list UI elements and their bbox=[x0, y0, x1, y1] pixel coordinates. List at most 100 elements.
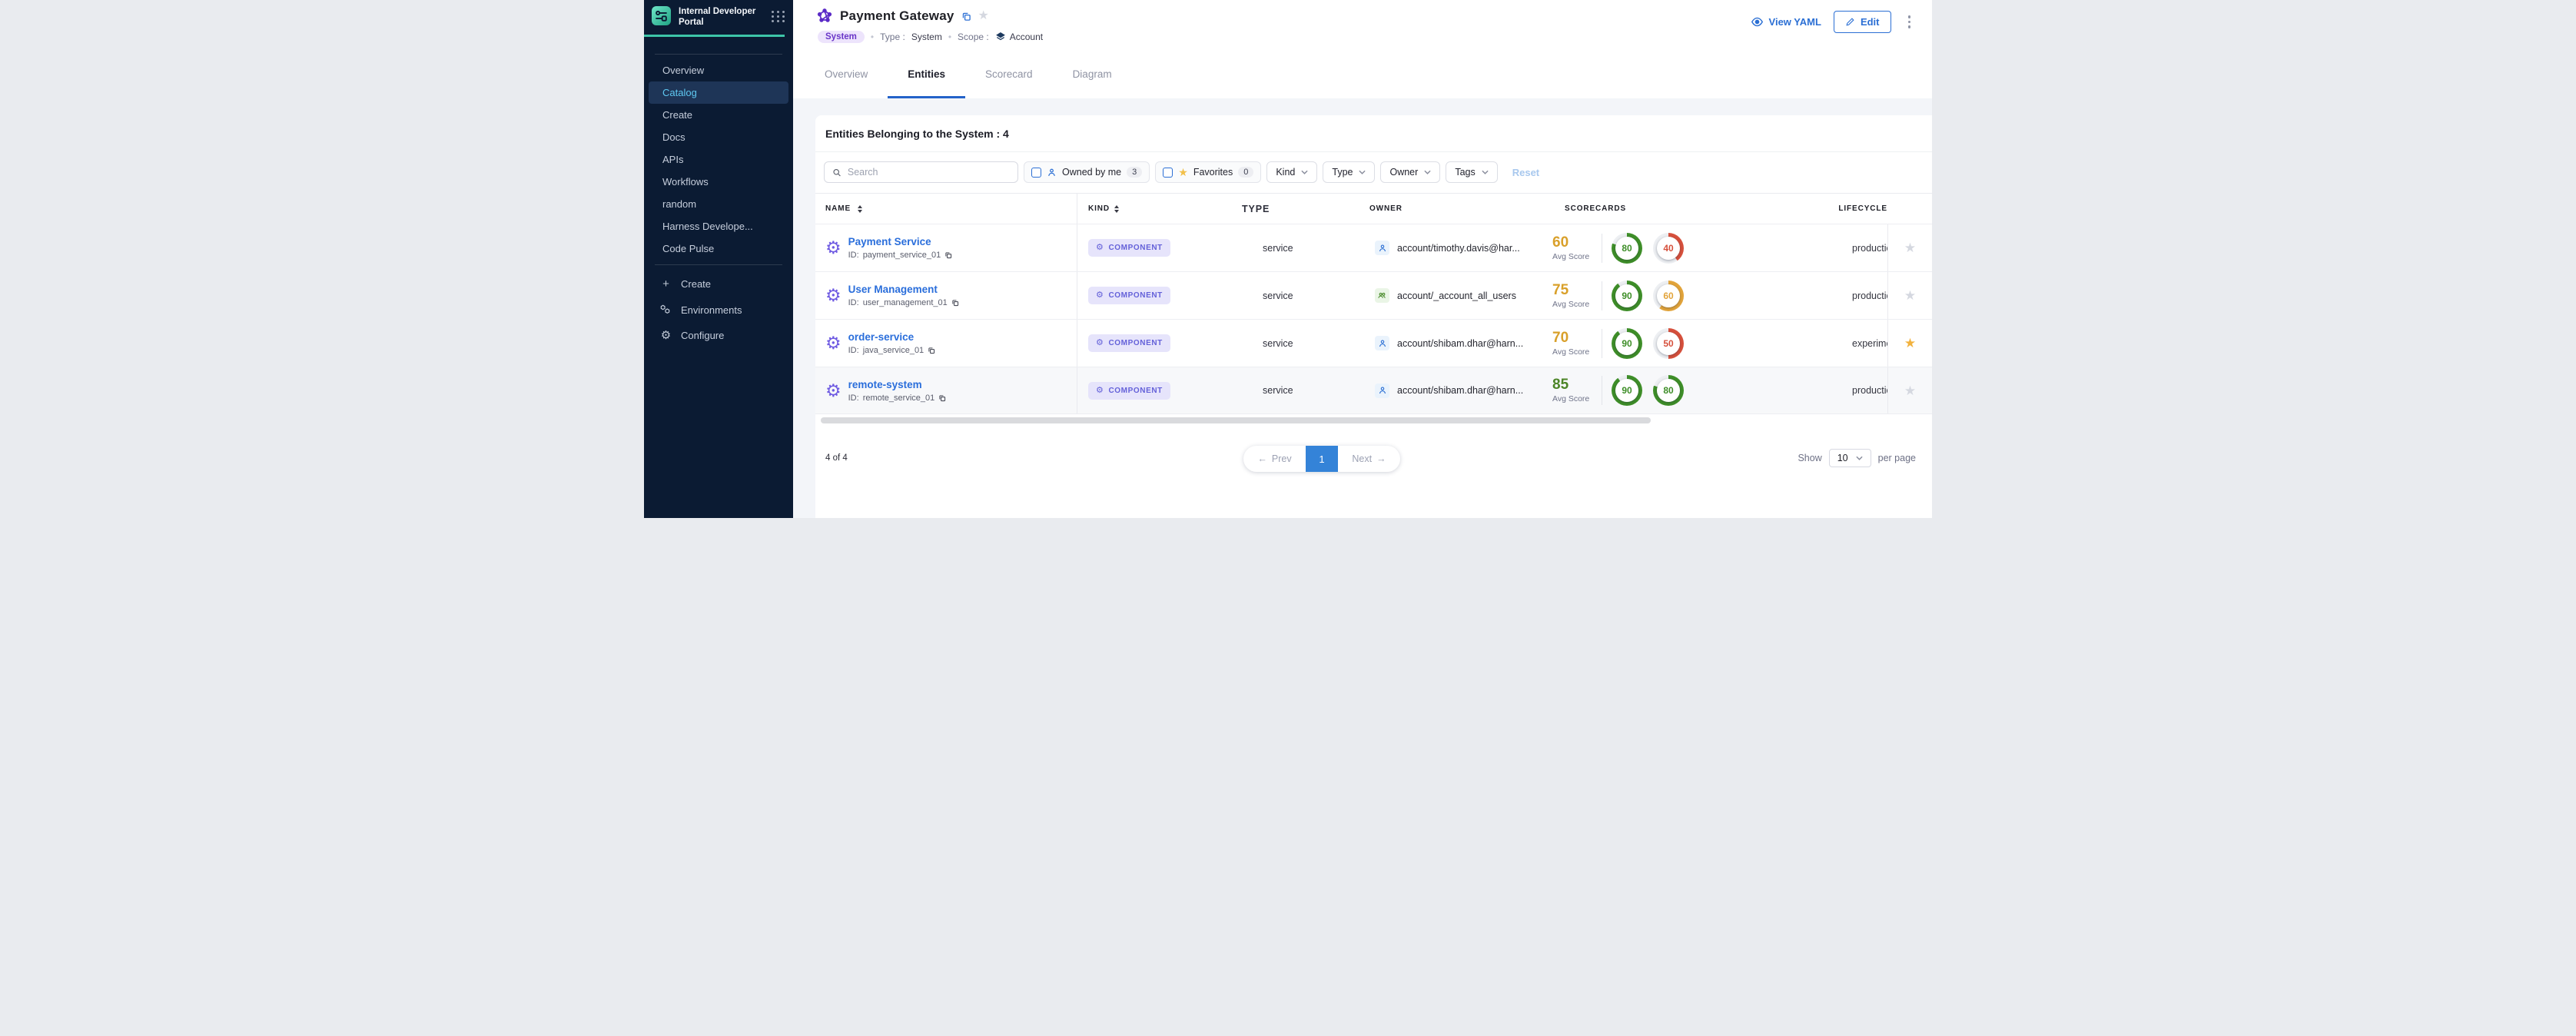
brand-line1: Internal Developer bbox=[679, 6, 764, 17]
scorecard-gauge[interactable]: 80 bbox=[1653, 375, 1684, 406]
lifecycle-cell: production bbox=[1835, 272, 1887, 319]
copy-id-icon[interactable] bbox=[938, 394, 946, 402]
entities-panel: Entities Belonging to the System : 4 Own… bbox=[815, 115, 1932, 518]
entity-link[interactable]: Payment Service bbox=[848, 236, 953, 247]
table-row: ⚙ order-service ID: java_service_01 ⚙COM… bbox=[815, 319, 1932, 367]
eye-icon bbox=[1751, 15, 1764, 28]
entity-link[interactable]: order-service bbox=[848, 331, 936, 343]
filter-bar: Owned by me 3 ★ Favorites 0 Kind Type bbox=[824, 161, 1932, 183]
scorecard-gauge[interactable]: 90 bbox=[1612, 328, 1642, 359]
scope-label: Scope : bbox=[958, 32, 989, 42]
search-input[interactable] bbox=[848, 167, 1010, 178]
prev-page-button[interactable]: ← Prev bbox=[1243, 446, 1306, 472]
sidebar-item-code-pulse[interactable]: Code Pulse bbox=[649, 237, 788, 260]
sidebar-item-apis[interactable]: APIs bbox=[649, 148, 788, 171]
dot-separator: • bbox=[948, 32, 951, 42]
sidebar-item-overview[interactable]: Overview bbox=[649, 59, 788, 81]
scorecard-gauge[interactable]: 80 bbox=[1612, 233, 1642, 264]
type-dropdown-label: Type bbox=[1332, 167, 1353, 178]
favorite-title-star-icon[interactable]: ★ bbox=[978, 10, 989, 22]
copy-id-icon[interactable] bbox=[928, 347, 935, 354]
next-label: Next bbox=[1352, 453, 1372, 464]
entity-link[interactable]: remote-system bbox=[848, 379, 947, 390]
tab-entities[interactable]: Entities bbox=[888, 62, 965, 98]
reset-filters-button[interactable]: Reset bbox=[1512, 167, 1539, 178]
scorecard-gauge[interactable]: 40 bbox=[1653, 233, 1684, 264]
edit-button[interactable]: Edit bbox=[1834, 11, 1891, 33]
name-cell: ⚙ User Management ID: user_management_01 bbox=[815, 272, 1077, 319]
system-entity-icon bbox=[816, 8, 833, 25]
sidebar-item-docs[interactable]: Docs bbox=[649, 126, 788, 148]
tab-scorecard[interactable]: Scorecard bbox=[965, 62, 1053, 98]
favorite-star-icon[interactable]: ★ bbox=[1904, 289, 1916, 302]
scorecard-gauge[interactable]: 60 bbox=[1653, 281, 1684, 311]
sidebar-item-configure[interactable]: ⚙ Configure bbox=[644, 323, 793, 348]
brand-accent-rule bbox=[644, 35, 785, 37]
chevron-down-icon bbox=[1301, 170, 1308, 174]
scorecards-cell: 75 Avg Score 90 60 bbox=[1543, 272, 1835, 319]
sidebar-item-harness-developer[interactable]: Harness Develope... bbox=[649, 215, 788, 237]
sidebar-item-create-new[interactable]: + Create bbox=[644, 271, 793, 297]
copy-id-icon[interactable] bbox=[951, 299, 959, 307]
entities-table: NAME KIND TYPE OWNER SCORECARDS LIFECYCL… bbox=[815, 193, 1932, 414]
lifecycle-value: production bbox=[1852, 385, 1887, 396]
kind-cell: ⚙COMPONENT bbox=[1077, 382, 1236, 400]
tags-dropdown[interactable]: Tags bbox=[1446, 161, 1497, 183]
column-header-name[interactable]: NAME bbox=[815, 194, 1077, 224]
sidebar: Internal Developer Portal Overview Catal… bbox=[644, 0, 793, 518]
title-block: Payment Gateway ★ System • Type : System… bbox=[816, 8, 1043, 43]
sliders-icon bbox=[654, 8, 669, 23]
view-yaml-button[interactable]: View YAML bbox=[1751, 15, 1821, 28]
view-yaml-label: View YAML bbox=[1769, 16, 1821, 28]
scorecard-gauge[interactable]: 50 bbox=[1653, 328, 1684, 359]
page-size-control: Show 10 per page bbox=[1798, 449, 1916, 467]
favorite-star-icon[interactable]: ★ bbox=[1904, 337, 1916, 350]
column-label: LIFECYCLE bbox=[1789, 204, 1887, 213]
more-options-kebab-icon[interactable] bbox=[1904, 12, 1916, 32]
copy-title-icon[interactable] bbox=[961, 12, 971, 22]
system-badge: System bbox=[818, 31, 865, 43]
column-header-kind[interactable]: KIND bbox=[1077, 204, 1236, 213]
app-grid-icon[interactable] bbox=[772, 11, 785, 22]
scorecard-gauge[interactable]: 90 bbox=[1612, 281, 1642, 311]
kind-dropdown[interactable]: Kind bbox=[1266, 161, 1317, 183]
copy-id-icon[interactable] bbox=[944, 251, 952, 259]
sidebar-item-random[interactable]: random bbox=[649, 193, 788, 215]
favorites-count: 0 bbox=[1238, 167, 1253, 178]
page-size-select[interactable]: 10 bbox=[1829, 449, 1871, 467]
owner-cell: account/shibam.dhar@harn... bbox=[1366, 336, 1543, 350]
type-cell: service bbox=[1236, 243, 1366, 254]
tab-overview[interactable]: Overview bbox=[805, 62, 888, 98]
sidebar-item-environments[interactable]: Environments bbox=[644, 297, 793, 323]
chevron-down-icon bbox=[1482, 170, 1489, 174]
favorites-label: Favorites bbox=[1193, 167, 1233, 178]
sidebar-footer-label: Environments bbox=[681, 304, 742, 316]
page-number-button[interactable]: 1 bbox=[1306, 446, 1338, 472]
search-box bbox=[824, 161, 1018, 183]
owner-dropdown[interactable]: Owner bbox=[1380, 161, 1440, 183]
favorite-star-icon[interactable]: ★ bbox=[1904, 241, 1916, 254]
next-page-button[interactable]: Next → bbox=[1338, 446, 1400, 472]
avg-score-value: 60 bbox=[1552, 235, 1592, 251]
owned-by-me-filter[interactable]: Owned by me 3 bbox=[1024, 161, 1150, 183]
scorecards-cell: 85 Avg Score 90 80 bbox=[1543, 367, 1835, 413]
type-dropdown[interactable]: Type bbox=[1323, 161, 1375, 183]
tab-diagram[interactable]: Diagram bbox=[1053, 62, 1132, 98]
favorite-star-icon[interactable]: ★ bbox=[1904, 384, 1916, 397]
horizontal-scrollbar[interactable] bbox=[821, 417, 1651, 423]
scorecard-gauge[interactable]: 90 bbox=[1612, 375, 1642, 406]
prev-label: Prev bbox=[1272, 453, 1292, 464]
favorites-checkbox[interactable] bbox=[1163, 168, 1173, 178]
sidebar-item-catalog[interactable]: Catalog bbox=[649, 81, 788, 104]
owned-by-me-checkbox[interactable] bbox=[1031, 168, 1041, 178]
component-kind-badge: ⚙COMPONENT bbox=[1088, 382, 1170, 400]
column-header-type: TYPE bbox=[1236, 204, 1366, 214]
sidebar-item-workflows[interactable]: Workflows bbox=[649, 171, 788, 193]
search-icon bbox=[832, 168, 842, 178]
favorites-filter[interactable]: ★ Favorites 0 bbox=[1155, 161, 1261, 183]
arrow-left-icon: ← bbox=[1257, 453, 1267, 464]
entity-link[interactable]: User Management bbox=[848, 284, 959, 295]
owner-cell: account/shibam.dhar@harn... bbox=[1366, 384, 1543, 398]
sidebar-item-create[interactable]: Create bbox=[649, 104, 788, 126]
harness-logo[interactable] bbox=[652, 6, 671, 25]
